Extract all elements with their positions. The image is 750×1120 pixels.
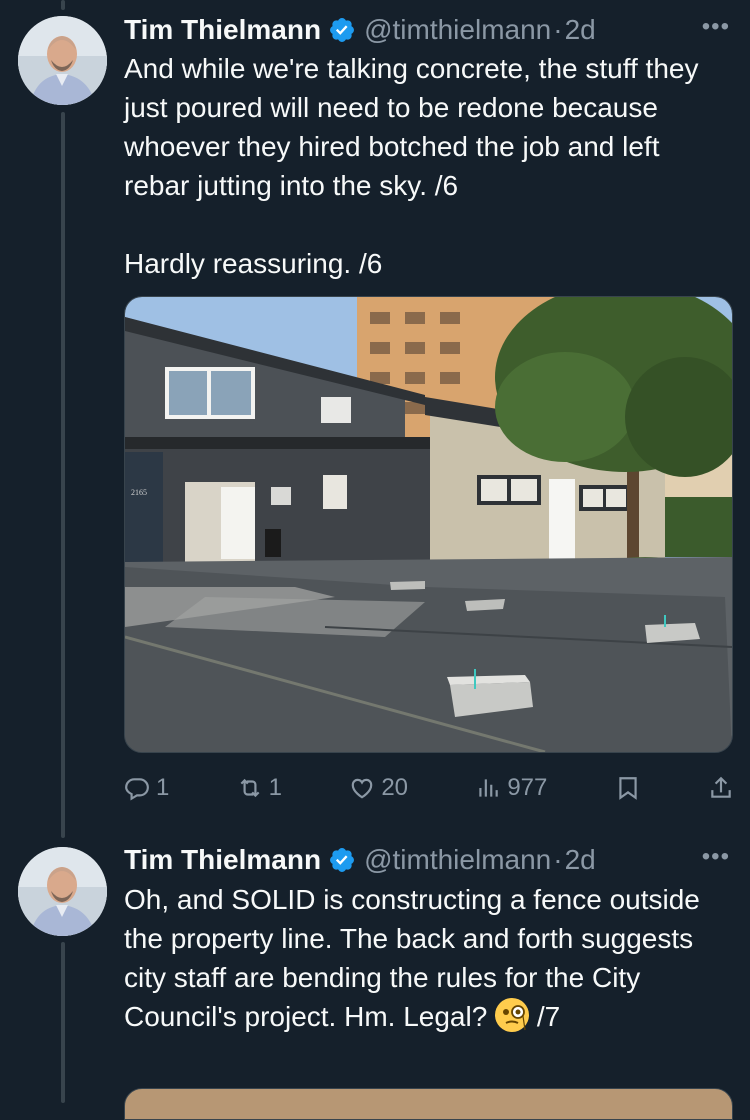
reply-button[interactable]: 1 (124, 774, 169, 802)
like-button[interactable]: 20 (349, 774, 408, 802)
repost-icon (240, 778, 260, 798)
reply-count: 1 (156, 774, 170, 801)
repost-count: 1 (268, 774, 283, 801)
more-icon[interactable]: ••• (702, 843, 730, 871)
author-handle[interactable]: @timthielmann (364, 14, 551, 46)
tweet-text-tail: /7 (529, 1001, 561, 1032)
tweet-header: Tim Thielmann @timthielmann · 2d ••• (124, 843, 730, 877)
views-icon (479, 779, 499, 797)
timestamp[interactable]: 2d (565, 14, 596, 46)
like-count: 20 (381, 774, 409, 801)
separator-dot: · (553, 14, 563, 45)
tweet-6[interactable]: Tim Thielmann @timthielmann · 2d ••• And… (0, 0, 750, 840)
views-button[interactable]: 977 (475, 774, 547, 802)
action-bar: 1 1 20 977 (124, 768, 734, 808)
reply-icon (125, 778, 149, 801)
bookmark-button[interactable] (615, 775, 641, 801)
avatar[interactable] (18, 16, 107, 105)
face-with-monocle-emoji (495, 998, 530, 1032)
tweet-header: Tim Thielmann @timthielmann · 2d ••• (124, 13, 730, 47)
author-name[interactable]: Tim Thielmann (124, 14, 321, 46)
like-icon (352, 778, 373, 799)
author-name[interactable]: Tim Thielmann (124, 844, 321, 876)
repost-button[interactable]: 1 (237, 774, 282, 802)
tweet-text: Oh, and SOLID is constructing a fence ou… (124, 880, 722, 1036)
tweet-image[interactable]: 2165 (124, 296, 733, 753)
separator-dot: · (553, 844, 563, 875)
views-count: 977 (507, 774, 548, 801)
share-icon (711, 776, 731, 798)
tweet-image-preview[interactable] (124, 1088, 733, 1120)
more-icon[interactable]: ••• (702, 13, 730, 41)
tweet-7[interactable]: Tim Thielmann @timthielmann · 2d ••• Oh,… (0, 838, 750, 1120)
share-button[interactable] (708, 775, 734, 801)
bookmark-icon (618, 777, 637, 800)
tweet-text-main: Oh, and SOLID is constructing a fence ou… (124, 884, 708, 1032)
tweet-text: And while we're talking concrete, the st… (124, 53, 699, 279)
avatar[interactable] (18, 847, 107, 936)
author-handle[interactable]: @timthielmann (364, 844, 551, 876)
building-number: 2165 (131, 488, 147, 497)
verified-badge-icon (330, 848, 355, 872)
timestamp[interactable]: 2d (565, 844, 596, 876)
verified-badge-icon (330, 18, 355, 42)
